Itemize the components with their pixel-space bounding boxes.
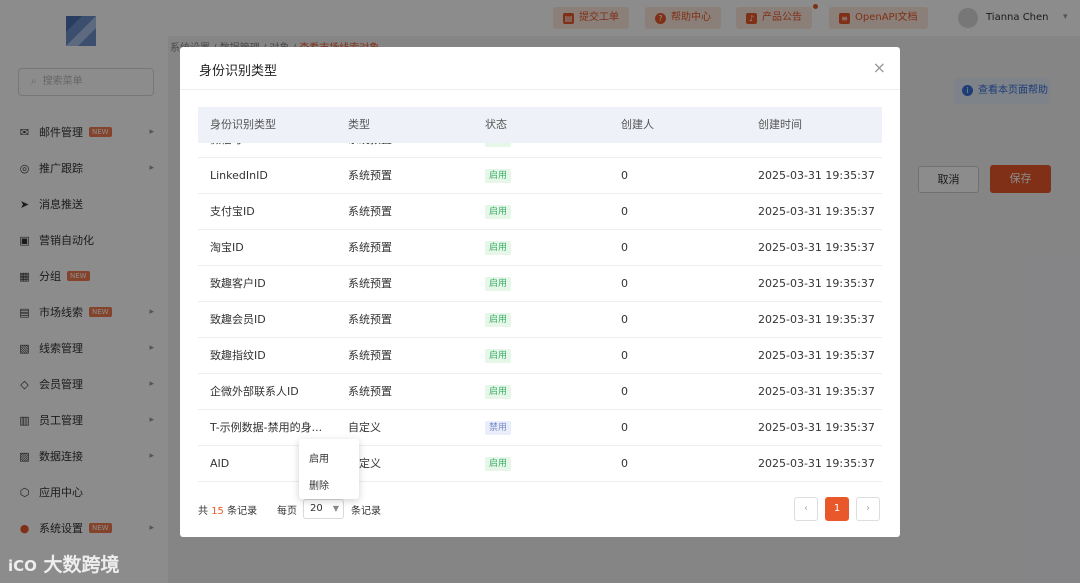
cell-created-time: 2025-03-31 19:35:37 <box>758 277 875 290</box>
table-header: 身份识别类型 类型 状态 创建人 创建时间 <box>198 107 882 143</box>
cell-creator: 0 <box>621 241 628 254</box>
cell-identity-type: 淘宝ID <box>210 241 244 254</box>
watermark-logo: iCO 大数跨境 <box>8 554 120 576</box>
cell-type: 系统预置 <box>348 313 392 326</box>
column-header-type: 类型 <box>348 118 370 131</box>
cell-identity-type: 企微外部联系人ID <box>210 385 299 398</box>
cell-identity-type: 支付宝ID <box>210 205 255 218</box>
total-records: 共 15 条记录 <box>198 506 258 517</box>
status-badge: 启用 <box>485 277 512 291</box>
menu-item-enable[interactable]: 启用 <box>309 450 329 465</box>
cell-creator: 0 <box>621 421 628 434</box>
cell-creator: 0 <box>621 385 628 398</box>
identity-type-table: 微信号系统预置启用02025-03-31 19:35:37LinkedInID系… <box>198 107 882 483</box>
modal-title: 身份识别类型 <box>199 64 278 79</box>
cell-created-time: 2025-03-31 19:35:37 <box>758 313 875 326</box>
per-page-select[interactable]: 20 ▼ <box>303 499 344 519</box>
status-badge: 启用 <box>485 241 512 255</box>
column-header-status: 状态 <box>485 118 507 131</box>
caret-down-icon: ▼ <box>332 504 339 513</box>
cell-created-time: 2025-03-31 19:35:37 <box>758 421 875 434</box>
next-page-button[interactable]: › <box>856 497 880 521</box>
status-badge: 启用 <box>485 457 512 471</box>
status-badge: 启用 <box>485 169 512 183</box>
cell-creator: 0 <box>621 277 628 290</box>
cell-creator: 0 <box>621 457 628 470</box>
cell-created-time: 2025-03-31 19:35:37 <box>758 241 875 254</box>
close-icon[interactable]: × <box>873 58 886 77</box>
cell-type: 系统预置 <box>348 241 392 254</box>
cell-identity-type: 致趣指纹ID <box>210 349 266 362</box>
table-footer: 共 15 条记录 每页 20 ▼ 条记录 ‹ 1 › <box>198 497 882 521</box>
cell-created-time: 2025-03-31 19:35:37 <box>758 205 875 218</box>
cell-created-time: 2025-03-31 19:35:37 <box>758 169 875 182</box>
status-badge: 启用 <box>485 205 512 219</box>
per-page-suffix: 条记录 <box>351 506 381 517</box>
cell-creator: 0 <box>621 349 628 362</box>
table-row[interactable]: 支付宝ID 系统预置 启用 0 2025-03-31 19:35:37 <box>198 194 882 230</box>
table-row[interactable]: LinkedInID 系统预置 启用 0 2025-03-31 19:35:37 <box>198 158 882 194</box>
cell-creator: 0 <box>621 313 628 326</box>
table-row[interactable]: 致趣会员ID 系统预置 启用 0 2025-03-31 19:35:37 <box>198 302 882 338</box>
divider <box>180 89 900 90</box>
status-badge: 启用 <box>485 313 512 327</box>
prev-page-button[interactable]: ‹ <box>794 497 818 521</box>
cell-created-time: 2025-03-31 19:35:37 <box>758 349 875 362</box>
per-page-label: 每页 <box>277 506 297 517</box>
status-badge: 启用 <box>485 385 512 399</box>
column-header-identity-type: 身份识别类型 <box>210 118 276 131</box>
status-badge: 禁用 <box>485 421 512 435</box>
identity-type-modal: 身份识别类型 × 微信号系统预置启用02025-03-31 19:35:37Li… <box>180 47 900 537</box>
table-row[interactable]: 淘宝ID 系统预置 启用 0 2025-03-31 19:35:37 <box>198 230 882 266</box>
row-context-menu: 启用 删除 <box>299 439 359 499</box>
table-row[interactable]: 致趣指纹ID 系统预置 启用 0 2025-03-31 19:35:37 <box>198 338 882 374</box>
cell-type: 系统预置 <box>348 169 392 182</box>
status-badge: 启用 <box>485 349 512 363</box>
cell-type: 系统预置 <box>348 277 392 290</box>
cell-identity-type: 致趣客户ID <box>210 277 266 290</box>
cell-created-time: 2025-03-31 19:35:37 <box>758 385 875 398</box>
menu-item-delete[interactable]: 删除 <box>309 477 329 492</box>
column-header-creator: 创建人 <box>621 118 654 131</box>
column-header-created-time: 创建时间 <box>758 118 802 131</box>
cell-created-time: 2025-03-31 19:35:37 <box>758 457 875 470</box>
cell-identity-type: LinkedInID <box>210 169 268 182</box>
table-row[interactable]: 致趣客户ID 系统预置 启用 0 2025-03-31 19:35:37 <box>198 266 882 302</box>
cell-creator: 0 <box>621 169 628 182</box>
cell-type: 系统预置 <box>348 385 392 398</box>
page-number-button[interactable]: 1 <box>825 497 849 521</box>
cell-type: 系统预置 <box>348 205 392 218</box>
cell-identity-type: 致趣会员ID <box>210 313 266 326</box>
cell-identity-type: AID <box>210 457 230 470</box>
cell-creator: 0 <box>621 205 628 218</box>
table-row[interactable]: 企微外部联系人ID 系统预置 启用 0 2025-03-31 19:35:37 <box>198 374 882 410</box>
cell-type: 系统预置 <box>348 349 392 362</box>
